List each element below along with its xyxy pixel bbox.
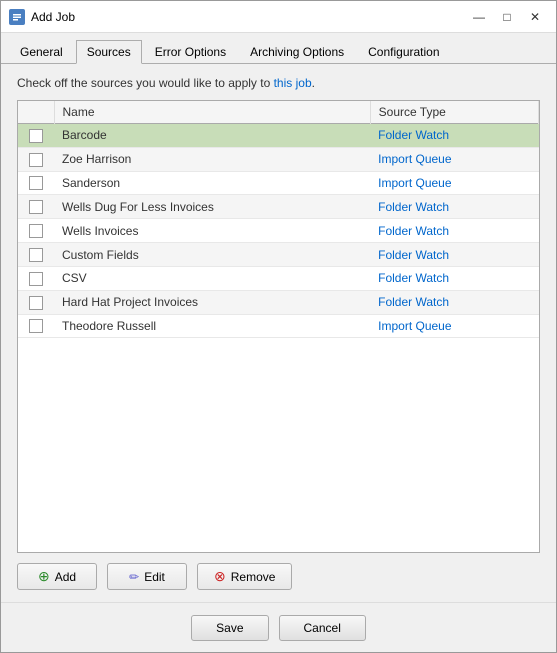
table-row: BarcodeFolder Watch bbox=[18, 124, 539, 148]
save-button[interactable]: Save bbox=[191, 615, 268, 641]
sources-table-container: Name Source Type BarcodeFolder WatchZoe … bbox=[17, 100, 540, 553]
action-buttons: ⊕ Add ✏ Edit ⊗ Remove bbox=[17, 563, 540, 590]
checkbox-3[interactable] bbox=[29, 200, 43, 214]
edit-button[interactable]: ✏ Edit bbox=[107, 563, 187, 590]
table-row: Zoe HarrisonImport Queue bbox=[18, 147, 539, 171]
checkbox-1[interactable] bbox=[29, 153, 43, 167]
edit-label: Edit bbox=[144, 570, 165, 584]
row-checkbox-cell bbox=[18, 314, 54, 338]
remove-icon: ⊗ bbox=[214, 568, 226, 585]
tab-error-options[interactable]: Error Options bbox=[144, 40, 237, 64]
row-name: Custom Fields bbox=[54, 243, 370, 267]
row-source-type: Import Queue bbox=[370, 171, 538, 195]
add-job-window: Add Job — □ ✕ General Sources Error Opti… bbox=[0, 0, 557, 653]
add-label: Add bbox=[55, 570, 76, 584]
table-row: Wells Dug For Less InvoicesFolder Watch bbox=[18, 195, 539, 219]
row-source-type: Import Queue bbox=[370, 147, 538, 171]
close-button[interactable]: ✕ bbox=[522, 6, 548, 28]
row-name: Wells Dug For Less Invoices bbox=[54, 195, 370, 219]
remove-button[interactable]: ⊗ Remove bbox=[197, 563, 292, 590]
table-row: CSVFolder Watch bbox=[18, 266, 539, 290]
row-checkbox-cell bbox=[18, 290, 54, 314]
title-bar: Add Job — □ ✕ bbox=[1, 1, 556, 33]
tab-bar: General Sources Error Options Archiving … bbox=[1, 33, 556, 64]
maximize-button[interactable]: □ bbox=[494, 6, 520, 28]
app-icon bbox=[9, 9, 25, 25]
row-name: Barcode bbox=[54, 124, 370, 148]
table-row: SandersonImport Queue bbox=[18, 171, 539, 195]
row-checkbox-cell bbox=[18, 243, 54, 267]
footer: Save Cancel bbox=[1, 602, 556, 652]
checkbox-8[interactable] bbox=[29, 319, 43, 333]
row-name: Wells Invoices bbox=[54, 219, 370, 243]
window-controls: — □ ✕ bbox=[466, 6, 548, 28]
header-name: Name bbox=[54, 101, 370, 124]
checkbox-5[interactable] bbox=[29, 248, 43, 262]
row-checkbox-cell bbox=[18, 195, 54, 219]
row-source-type: Import Queue bbox=[370, 314, 538, 338]
row-source-type: Folder Watch bbox=[370, 266, 538, 290]
cancel-button[interactable]: Cancel bbox=[279, 615, 366, 641]
header-source-type: Source Type bbox=[370, 101, 538, 124]
row-source-type: Folder Watch bbox=[370, 219, 538, 243]
tab-configuration[interactable]: Configuration bbox=[357, 40, 450, 64]
minimize-button[interactable]: — bbox=[466, 6, 492, 28]
checkbox-4[interactable] bbox=[29, 224, 43, 238]
tab-general[interactable]: General bbox=[9, 40, 74, 64]
header-checkbox bbox=[18, 101, 54, 124]
row-checkbox-cell bbox=[18, 124, 54, 148]
add-icon: ⊕ bbox=[38, 568, 50, 585]
instruction-text: Check off the sources you would like to … bbox=[17, 76, 540, 90]
row-checkbox-cell bbox=[18, 266, 54, 290]
row-checkbox-cell bbox=[18, 171, 54, 195]
row-name: CSV bbox=[54, 266, 370, 290]
row-name: Sanderson bbox=[54, 171, 370, 195]
checkbox-0[interactable] bbox=[29, 129, 43, 143]
checkbox-2[interactable] bbox=[29, 176, 43, 190]
table-row: Hard Hat Project InvoicesFolder Watch bbox=[18, 290, 539, 314]
edit-icon: ✏ bbox=[129, 570, 139, 584]
table-row: Wells InvoicesFolder Watch bbox=[18, 219, 539, 243]
row-name: Zoe Harrison bbox=[54, 147, 370, 171]
checkbox-6[interactable] bbox=[29, 272, 43, 286]
table-header-row: Name Source Type bbox=[18, 101, 539, 124]
tab-sources[interactable]: Sources bbox=[76, 40, 142, 64]
row-source-type: Folder Watch bbox=[370, 290, 538, 314]
tab-archiving-options[interactable]: Archiving Options bbox=[239, 40, 355, 64]
row-checkbox-cell bbox=[18, 147, 54, 171]
row-source-type: Folder Watch bbox=[370, 195, 538, 219]
tab-content: Check off the sources you would like to … bbox=[1, 64, 556, 602]
add-button[interactable]: ⊕ Add bbox=[17, 563, 97, 590]
row-name: Theodore Russell bbox=[54, 314, 370, 338]
checkbox-7[interactable] bbox=[29, 296, 43, 310]
remove-label: Remove bbox=[231, 570, 276, 584]
row-name: Hard Hat Project Invoices bbox=[54, 290, 370, 314]
row-checkbox-cell bbox=[18, 219, 54, 243]
instruction-link: this job bbox=[274, 76, 312, 90]
row-source-type: Folder Watch bbox=[370, 243, 538, 267]
row-source-type: Folder Watch bbox=[370, 124, 538, 148]
table-row: Theodore RussellImport Queue bbox=[18, 314, 539, 338]
sources-table: Name Source Type BarcodeFolder WatchZoe … bbox=[18, 101, 539, 338]
table-row: Custom FieldsFolder Watch bbox=[18, 243, 539, 267]
table-body: BarcodeFolder WatchZoe HarrisonImport Qu… bbox=[18, 124, 539, 338]
window-title: Add Job bbox=[31, 10, 466, 24]
